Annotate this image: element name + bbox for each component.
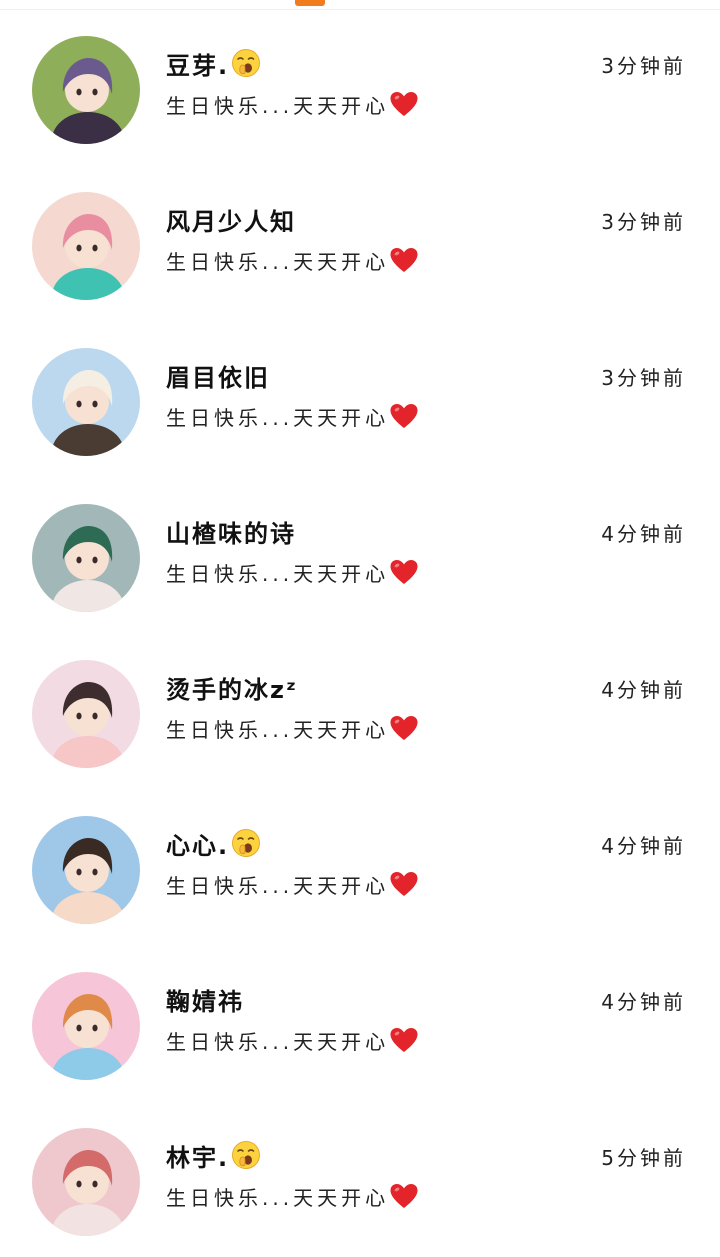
message-time: 4分钟前 [601,834,686,858]
message-preview-row: 生日快乐...天天开心 [166,1180,419,1212]
heart-icon [389,714,419,742]
message-time: 3分钟前 [601,366,686,390]
avatar[interactable] [32,36,140,144]
contact-name-row: 眉目依旧 [166,358,270,392]
contact-name-row: 烫手的冰zᶻ [166,670,298,704]
contact-name: 豆芽. [166,51,230,80]
message-preview-row: 生日快乐...天天开心 [166,556,419,588]
list-item[interactable]: 豆芽. 生日快乐...天天开心 3分钟前 [0,0,720,156]
heart-icon [389,870,419,898]
message-preview: 生日快乐...天天开心 [166,1185,390,1210]
message-preview-row: 生日快乐...天天开心 [166,244,419,276]
heart-icon [389,402,419,430]
message-preview: 生日快乐...天天开心 [166,93,390,118]
message-time: 5分钟前 [601,1146,686,1170]
avatar[interactable] [32,660,140,768]
yawning-face-icon [231,48,261,78]
message-preview-row: 生日快乐...天天开心 [166,1024,419,1056]
message-preview-row: 生日快乐...天天开心 [166,868,419,900]
message-preview: 生日快乐...天天开心 [166,1029,390,1054]
heart-icon [389,1026,419,1054]
message-time: 4分钟前 [601,678,686,702]
contact-name-row: 鞠婧祎 [166,982,244,1016]
contact-name-row: 山楂味的诗 [166,514,296,548]
heart-icon [389,246,419,274]
message-time: 3分钟前 [601,210,686,234]
avatar[interactable] [32,192,140,300]
heart-icon [389,1182,419,1210]
message-preview: 生日快乐...天天开心 [166,873,390,898]
avatar[interactable] [32,348,140,456]
contact-name: 眉目依旧 [166,363,270,392]
list-item[interactable]: 眉目依旧生日快乐...天天开心 3分钟前 [0,312,720,468]
message-preview: 生日快乐...天天开心 [166,561,390,586]
list-item[interactable]: 鞠婧祎生日快乐...天天开心 4分钟前 [0,936,720,1092]
heart-icon [389,90,419,118]
list-item[interactable]: 林宇. 生日快乐...天天开心 5分钟前 [0,1092,720,1248]
message-preview-row: 生日快乐...天天开心 [166,712,419,744]
heart-icon [389,558,419,586]
list-item[interactable]: 风月少人知生日快乐...天天开心 3分钟前 [0,156,720,312]
contact-name-row: 林宇. [166,1138,261,1172]
contact-name: 山楂味的诗 [166,519,296,548]
contact-name: 林宇. [166,1143,230,1172]
contact-name: 鞠婧祎 [166,987,244,1016]
avatar[interactable] [32,504,140,612]
message-preview-row: 生日快乐...天天开心 [166,400,419,432]
message-preview: 生日快乐...天天开心 [166,405,390,430]
yawning-face-icon [231,828,261,858]
yawning-face-icon [231,1140,261,1170]
message-time: 4分钟前 [601,990,686,1014]
contact-name: 心心. [166,831,230,860]
contact-name: 烫手的冰zᶻ [166,675,298,704]
avatar[interactable] [32,972,140,1080]
message-time: 4分钟前 [601,522,686,546]
contact-name: 风月少人知 [166,207,296,236]
list-item[interactable]: 山楂味的诗生日快乐...天天开心 4分钟前 [0,468,720,624]
message-time: 3分钟前 [601,54,686,78]
contact-name-row: 心心. [166,826,261,860]
message-preview-row: 生日快乐...天天开心 [166,88,419,120]
message-preview: 生日快乐...天天开心 [166,717,390,742]
message-preview: 生日快乐...天天开心 [166,249,390,274]
contact-name-row: 风月少人知 [166,202,296,236]
contact-name-row: 豆芽. [166,46,261,80]
avatar[interactable] [32,1128,140,1236]
list-item[interactable]: 心心. 生日快乐...天天开心 4分钟前 [0,780,720,936]
avatar[interactable] [32,816,140,924]
list-item[interactable]: 烫手的冰zᶻ 生日快乐...天天开心 4分钟前 [0,624,720,780]
